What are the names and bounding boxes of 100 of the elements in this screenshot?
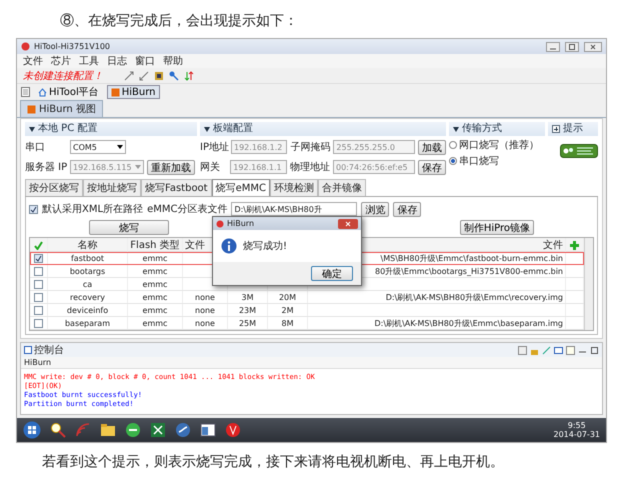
- console-tab[interactable]: 控制台: [24, 343, 64, 357]
- checkbox-label: 默认采用XML所在路径: [42, 202, 144, 216]
- clock-time[interactable]: 9:55: [568, 421, 586, 430]
- column-header[interactable]: Flash 类型: [128, 238, 183, 252]
- field-label: 物理地址: [290, 160, 330, 174]
- serial-port-dropdown[interactable]: COM5: [70, 140, 126, 154]
- table-cell: emmc: [142, 306, 168, 314]
- tab[interactable]: 按地址烧写: [83, 179, 141, 196]
- key-icon[interactable]: [169, 70, 179, 80]
- column-header[interactable]: 名称: [48, 238, 128, 252]
- checkbox[interactable]: [29, 204, 38, 214]
- table-cell: none: [195, 306, 215, 314]
- table-cell: none: [195, 318, 215, 328]
- tab[interactable]: 按分区烧写: [25, 179, 83, 196]
- checkbox[interactable]: [34, 254, 43, 262]
- section-title: 本地 PC 配置: [38, 123, 98, 135]
- table-cell: recovery: [70, 292, 105, 302]
- check-all-icon[interactable]: [34, 240, 43, 250]
- app-logo-icon: [216, 220, 224, 228]
- home-icon: [38, 88, 47, 96]
- save-button[interactable]: 保存: [418, 160, 446, 174]
- checkbox[interactable]: [34, 266, 43, 276]
- checkbox[interactable]: [34, 318, 43, 328]
- section-title: 提示: [563, 123, 583, 135]
- table-cell: emmc: [142, 266, 168, 276]
- table-cell: \MS\BH80升级\Emmc\fastboot-burn-emmc.bin: [380, 252, 563, 264]
- load-button[interactable]: 加载: [418, 140, 446, 154]
- table-cell: fastboot: [70, 254, 104, 262]
- maximize-icon[interactable]: [590, 346, 599, 354]
- radio-label: 串口烧写: [459, 154, 499, 168]
- letter-v-app-icon[interactable]: [225, 422, 241, 438]
- tab[interactable]: 烧写Fastboot: [141, 179, 212, 196]
- expand-toggle[interactable]: [552, 125, 560, 133]
- connect-icon[interactable]: [124, 70, 134, 80]
- app-logo-icon: [21, 42, 30, 51]
- dropdown-caret-icon: [135, 165, 141, 169]
- maximize-icon[interactable]: [565, 42, 579, 52]
- checkbox[interactable]: [34, 280, 43, 288]
- field-label: 网关: [200, 160, 221, 174]
- sort-arrows-icon[interactable]: [184, 70, 194, 80]
- collapse-caret-icon[interactable]: [29, 126, 35, 132]
- menu-item[interactable]: 帮助: [163, 54, 183, 68]
- spreadsheet-icon[interactable]: [150, 422, 166, 438]
- radio-button[interactable]: [449, 157, 457, 165]
- table-row[interactable]: deviceinfo emmc none 23M 2M: [30, 304, 584, 317]
- browser-icon[interactable]: [125, 422, 141, 438]
- start-button-icon[interactable]: [23, 421, 41, 439]
- display-icon[interactable]: [554, 346, 563, 354]
- close-icon[interactable]: [584, 42, 602, 52]
- table-row[interactable]: baseparam emmc none 25M 8M D:\刷机\AK-MS\BH80升级\Emmc\baseparam.img: [30, 317, 584, 330]
- scrollbar[interactable]: [584, 238, 593, 330]
- radio-button[interactable]: [449, 141, 457, 149]
- clear-console-icon[interactable]: [518, 346, 527, 354]
- chip-icon[interactable]: [154, 70, 164, 80]
- table-cell: none: [195, 292, 215, 302]
- clock-date[interactable]: 2014-07-31: [554, 430, 600, 439]
- add-icon[interactable]: [570, 240, 579, 250]
- step-heading: ⑧、在烧写完成后，会出现提示如下：: [59, 12, 299, 31]
- menu-item[interactable]: 文件: [23, 54, 43, 68]
- minimize-icon[interactable]: [546, 42, 560, 52]
- folder-icon[interactable]: [100, 422, 116, 438]
- perspective-button[interactable]: HiTool平台: [34, 85, 103, 99]
- collapse-caret-icon[interactable]: [453, 126, 459, 132]
- tab[interactable]: 环境检测: [270, 179, 318, 196]
- table-cell: 80升级\Emmc\bootargs_Hi3751V800-emmc.bin: [375, 266, 563, 276]
- menu-item[interactable]: 窗口: [135, 54, 155, 68]
- partition-file-field[interactable]: D:\刷机\AK-MS\BH80升: [231, 202, 358, 216]
- table-cell: 25M: [238, 318, 256, 328]
- collapse-caret-icon[interactable]: [204, 126, 210, 132]
- burn-button[interactable]: 烧写: [89, 220, 169, 235]
- table-cell: 20M: [278, 292, 296, 302]
- tab[interactable]: 烧写eMMC: [212, 179, 270, 196]
- table-cell: 2M: [282, 306, 294, 314]
- table-cell: baseparam: [64, 318, 110, 328]
- ok-button[interactable]: 确定: [311, 266, 353, 281]
- close-icon[interactable]: [338, 218, 358, 228]
- reload-button[interactable]: 重新加载: [147, 160, 195, 174]
- table-row[interactable]: recovery emmc none 3M 20M D:\刷机\AK-MS\BH80升级\Emmc\recovery.img: [30, 291, 584, 304]
- disconnect-icon[interactable]: [139, 70, 149, 80]
- document-icon[interactable]: [21, 87, 30, 97]
- browse-button[interactable]: 浏览: [361, 202, 390, 216]
- table-cell: D:\刷机\AK-MS\BH80升级\Emmc\recovery.img: [386, 292, 563, 302]
- connection-status: 未创建连接配置！: [23, 70, 103, 82]
- window-app-icon[interactable]: [200, 422, 216, 438]
- menu-item[interactable]: 工具: [79, 54, 99, 68]
- magnifier-icon[interactable]: [50, 422, 66, 438]
- ime-badge-icon[interactable]: [560, 144, 598, 158]
- checkbox[interactable]: [34, 306, 43, 314]
- table-cell: 3M: [242, 292, 254, 302]
- make-image-button[interactable]: 制作HiPro镜像: [460, 220, 534, 235]
- view-tab[interactable]: HiBurn 视图: [20, 100, 103, 117]
- menu-item[interactable]: 日志: [107, 54, 127, 68]
- tab[interactable]: 合并镜像: [318, 179, 366, 196]
- field-label: IP地址: [200, 140, 228, 154]
- save-button[interactable]: 保存: [393, 202, 422, 216]
- new-console-icon[interactable]: [566, 346, 575, 354]
- caption-text: 若看到这个提示，则表示烧写完成，接下来请将电视机断电、再上电开机。: [41, 453, 505, 471]
- perspective-button[interactable]: HiBurn: [106, 85, 160, 99]
- menu-item[interactable]: 芯片: [51, 54, 71, 68]
- checkbox[interactable]: [34, 292, 43, 302]
